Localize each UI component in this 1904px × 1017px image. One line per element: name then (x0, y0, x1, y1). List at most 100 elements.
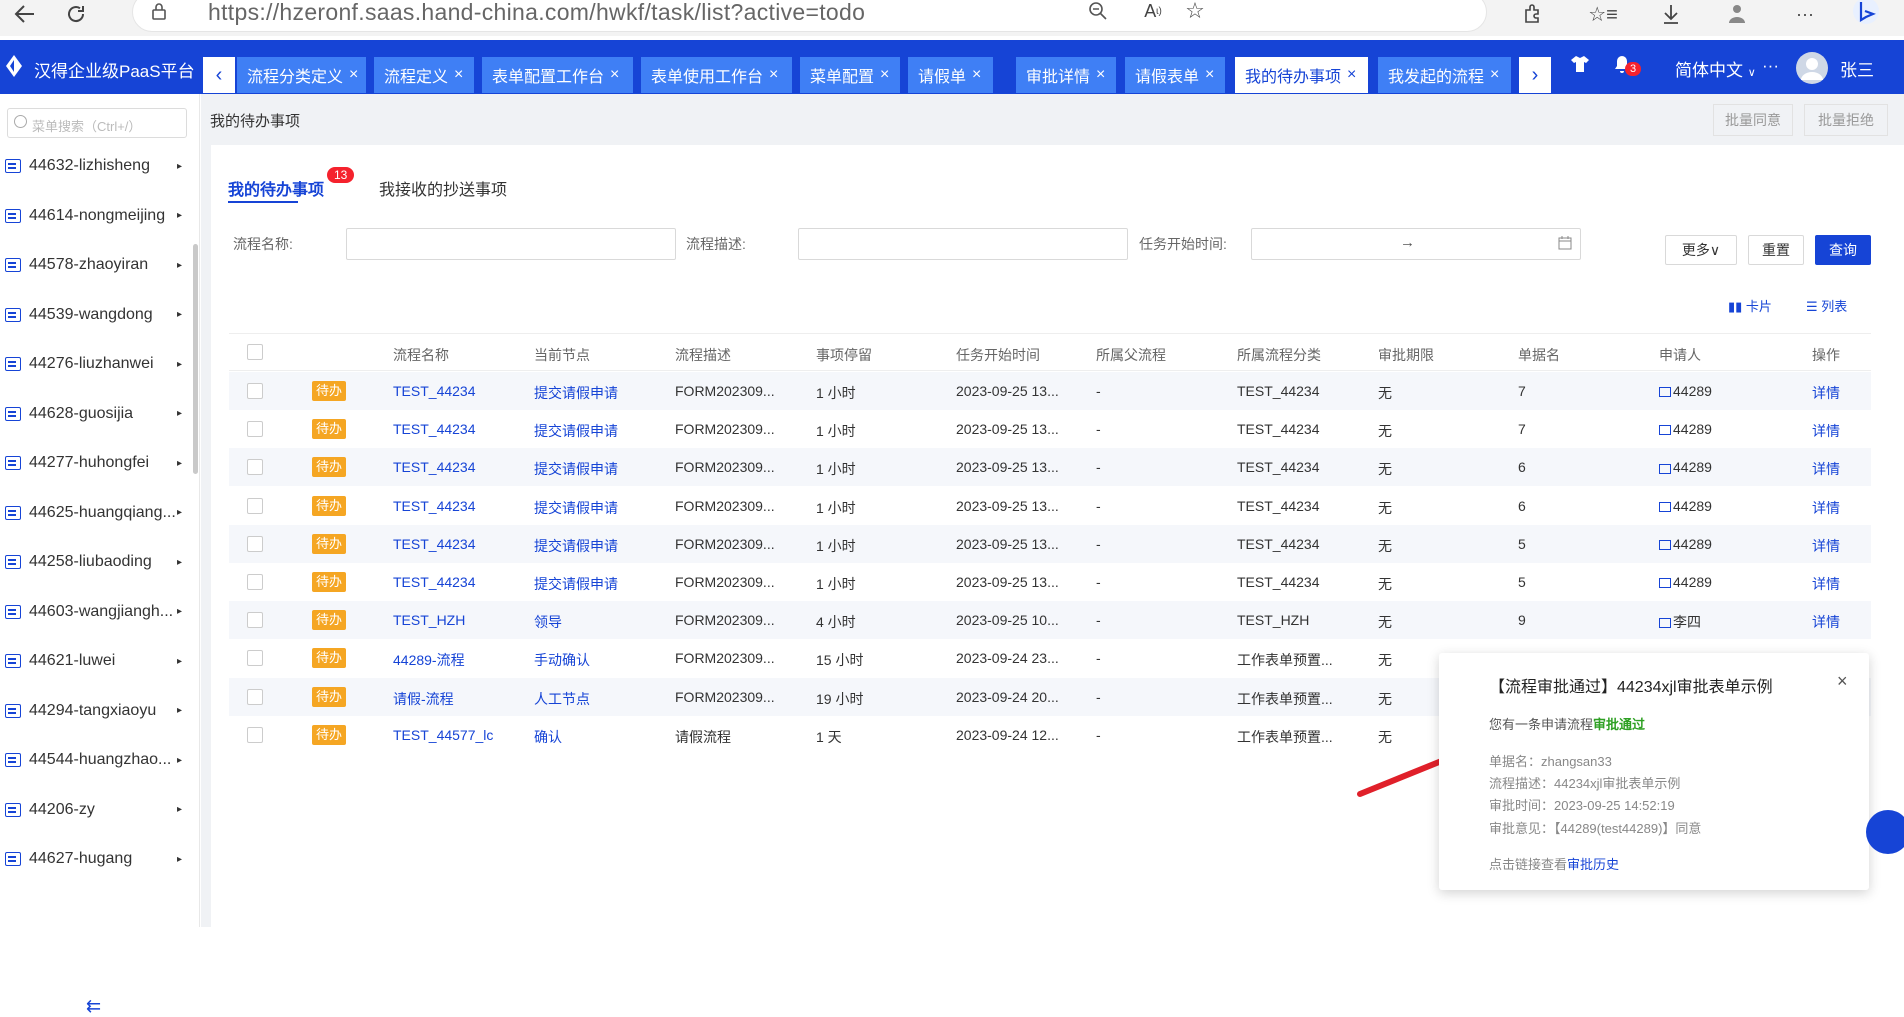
sidebar-item[interactable]: 44539-wangdong ▸ (0, 295, 190, 335)
row-checkbox[interactable] (247, 535, 263, 552)
tab-menu-config[interactable]: 菜单配置 × (800, 57, 900, 93)
list-view-toggle[interactable]: ☰ 列表 (1806, 296, 1847, 315)
header-more-icon[interactable]: ··· (1762, 56, 1779, 76)
table-cell[interactable]: 提交请假申请 (534, 498, 618, 518)
expand-arrow-icon[interactable]: ▸ (177, 161, 182, 172)
sidebar-item[interactable]: 44621-luwei ▸ (0, 641, 190, 681)
table-row[interactable]: 待办 TEST_44234 提交请假申请 FORM202309... 1 小时 2023-… (229, 448, 1871, 487)
tab-process-definition[interactable]: 流程定义 × (374, 57, 474, 93)
expand-arrow-icon[interactable]: ▸ (177, 458, 182, 469)
column-header[interactable]: 审批期限 (1378, 345, 1434, 365)
table-cell[interactable]: 提交请假申请 (534, 574, 618, 594)
table-cell[interactable]: 人工节点 (534, 689, 590, 709)
table-cell[interactable]: 详情 (1812, 459, 1840, 479)
table-cell[interactable]: TEST_HZH (393, 612, 465, 628)
favorites-list-icon[interactable]: ☆≡ (1588, 0, 1618, 28)
start-time-range-input[interactable]: → (1251, 228, 1581, 260)
batch-reject-button[interactable]: 批量拒绝 (1804, 104, 1888, 136)
download-icon[interactable] (1658, 0, 1684, 28)
column-header[interactable]: 所属流程分类 (1237, 345, 1321, 365)
tab-form-usage[interactable]: 表单使用工作台 × (641, 57, 792, 93)
tab-leave-request[interactable]: 请假单 × (908, 57, 993, 93)
expand-arrow-icon[interactable]: ▸ (177, 260, 182, 271)
table-cell[interactable]: TEST_44577_lc (393, 727, 493, 743)
tab-leave-form[interactable]: 请假表单 × (1125, 57, 1225, 93)
row-checkbox[interactable] (247, 574, 263, 590)
tab-process-category[interactable]: 流程分类定义 × (237, 57, 366, 93)
table-cell[interactable]: 详情 (1812, 498, 1840, 518)
back-icon[interactable] (10, 0, 40, 28)
favorite-icon[interactable]: ☆ (1183, 0, 1207, 25)
sidebar-item[interactable]: 44276-liuzhanwei ▸ (0, 344, 190, 384)
table-cell[interactable]: 44289-流程 (393, 650, 465, 670)
chat-assistant-button[interactable] (1866, 810, 1904, 854)
table-cell[interactable]: 详情 (1812, 421, 1840, 441)
table-cell[interactable]: TEST_44234 (393, 536, 476, 552)
table-row[interactable]: 待办 TEST_44234 提交请假申请 FORM202309... 1 小时 2023-… (229, 410, 1871, 448)
sidebar-item[interactable]: 44632-lizhisheng ▸ (0, 146, 190, 186)
table-row[interactable]: 待办 TEST_44234 提交请假申请 FORM202309... 1 小时 2023-… (229, 372, 1871, 410)
table-cell[interactable]: 提交请假申请 (534, 421, 618, 441)
user-name[interactable]: 张三 (1840, 56, 1874, 81)
sidebar-item[interactable]: 44614-nongmeijing ▸ (0, 196, 190, 236)
sidebar-item[interactable]: 44627-hugang ▸ (0, 839, 190, 879)
select-all-checkbox[interactable] (247, 344, 263, 360)
profile-icon[interactable] (1724, 0, 1750, 28)
table-cell[interactable]: 提交请假申请 (534, 459, 618, 479)
table-cell[interactable]: 请假-流程 (393, 689, 454, 709)
row-checkbox[interactable] (247, 383, 263, 399)
row-checkbox[interactable] (247, 688, 263, 705)
process-desc-input[interactable] (798, 228, 1128, 260)
read-aloud-icon[interactable]: Aɩ) (1141, 0, 1165, 25)
expand-arrow-icon[interactable]: ▸ (177, 804, 182, 815)
table-cell[interactable]: 详情 (1812, 383, 1840, 403)
expand-arrow-icon[interactable]: ▸ (177, 408, 182, 419)
expand-arrow-icon[interactable]: ▸ (177, 557, 182, 568)
expand-arrow-icon[interactable]: ▸ (177, 705, 182, 716)
sidebar-item[interactable]: 44578-zhaoyiran ▸ (0, 245, 190, 285)
column-header[interactable]: 任务开始时间 (956, 345, 1040, 365)
subtab-my-todo[interactable]: 我的待办事项 (228, 176, 324, 200)
table-cell[interactable]: 手动确认 (534, 650, 590, 670)
table-cell[interactable]: 确认 (534, 727, 562, 747)
table-cell[interactable]: TEST_44234 (393, 498, 476, 514)
sidebar-item[interactable]: 44625-huangqiang... ▸ (0, 493, 190, 533)
expand-arrow-icon[interactable]: ▸ (177, 755, 182, 766)
calendar-icon[interactable] (1558, 236, 1572, 255)
bing-icon[interactable] (1848, 0, 1884, 28)
sidebar-item[interactable]: 44294-tangxiaoyu ▸ (0, 691, 190, 731)
table-row[interactable]: 待办 TEST_44234 提交请假申请 FORM202309... 1 小时 2023-… (229, 563, 1871, 601)
expand-arrow-icon[interactable]: ▸ (177, 507, 182, 518)
sidebar-item[interactable]: 44206-zy ▸ (0, 790, 190, 830)
more-icon[interactable]: ··· (1792, 0, 1818, 28)
query-button[interactable]: 查询 (1815, 235, 1871, 265)
tab-approval-detail[interactable]: 审批详情 × (1016, 57, 1116, 93)
tab-scroll-right[interactable]: › (1519, 57, 1551, 93)
column-header[interactable]: 流程描述 (675, 345, 731, 365)
column-header[interactable]: 所属父流程 (1096, 345, 1166, 365)
row-checkbox[interactable] (247, 497, 263, 514)
table-cell[interactable]: 详情 (1812, 574, 1840, 594)
expand-arrow-icon[interactable]: ▸ (177, 656, 182, 667)
sidebar-item[interactable]: 44628-guosijia ▸ (0, 394, 190, 434)
sidebar-scrollbar[interactable] (193, 244, 198, 474)
column-header[interactable]: 申请人 (1659, 345, 1701, 365)
tab-my-started[interactable]: 我发起的流程 × (1378, 57, 1511, 93)
table-cell[interactable]: TEST_44234 (393, 574, 476, 590)
column-header[interactable]: 操作 (1812, 345, 1840, 365)
table-cell[interactable]: 详情 (1812, 536, 1840, 556)
close-icon[interactable]: × (1837, 671, 1848, 692)
tab-my-todo[interactable]: 我的待办事项 × (1235, 57, 1368, 93)
process-name-input[interactable] (346, 228, 676, 260)
expand-arrow-icon[interactable]: ▸ (177, 606, 182, 617)
row-checkbox[interactable] (247, 421, 263, 438)
table-cell[interactable]: TEST_44234 (393, 421, 476, 437)
card-view-toggle[interactable]: ▮▮ 卡片 (1728, 296, 1772, 315)
expand-arrow-icon[interactable]: ▸ (177, 854, 182, 865)
sidebar-item[interactable]: 44277-huhongfei ▸ (0, 443, 190, 483)
table-row[interactable]: 待办 TEST_44234 提交请假申请 FORM202309... 1 小时 2023-… (229, 524, 1871, 563)
sidebar-item[interactable]: 44544-huangzhao... ▸ (0, 740, 190, 780)
batch-approve-button[interactable]: 批量同意 (1713, 104, 1793, 136)
column-header[interactable]: 当前节点 (534, 345, 590, 365)
menu-search-input[interactable]: 菜单搜索（Ctrl+/） (7, 108, 187, 138)
